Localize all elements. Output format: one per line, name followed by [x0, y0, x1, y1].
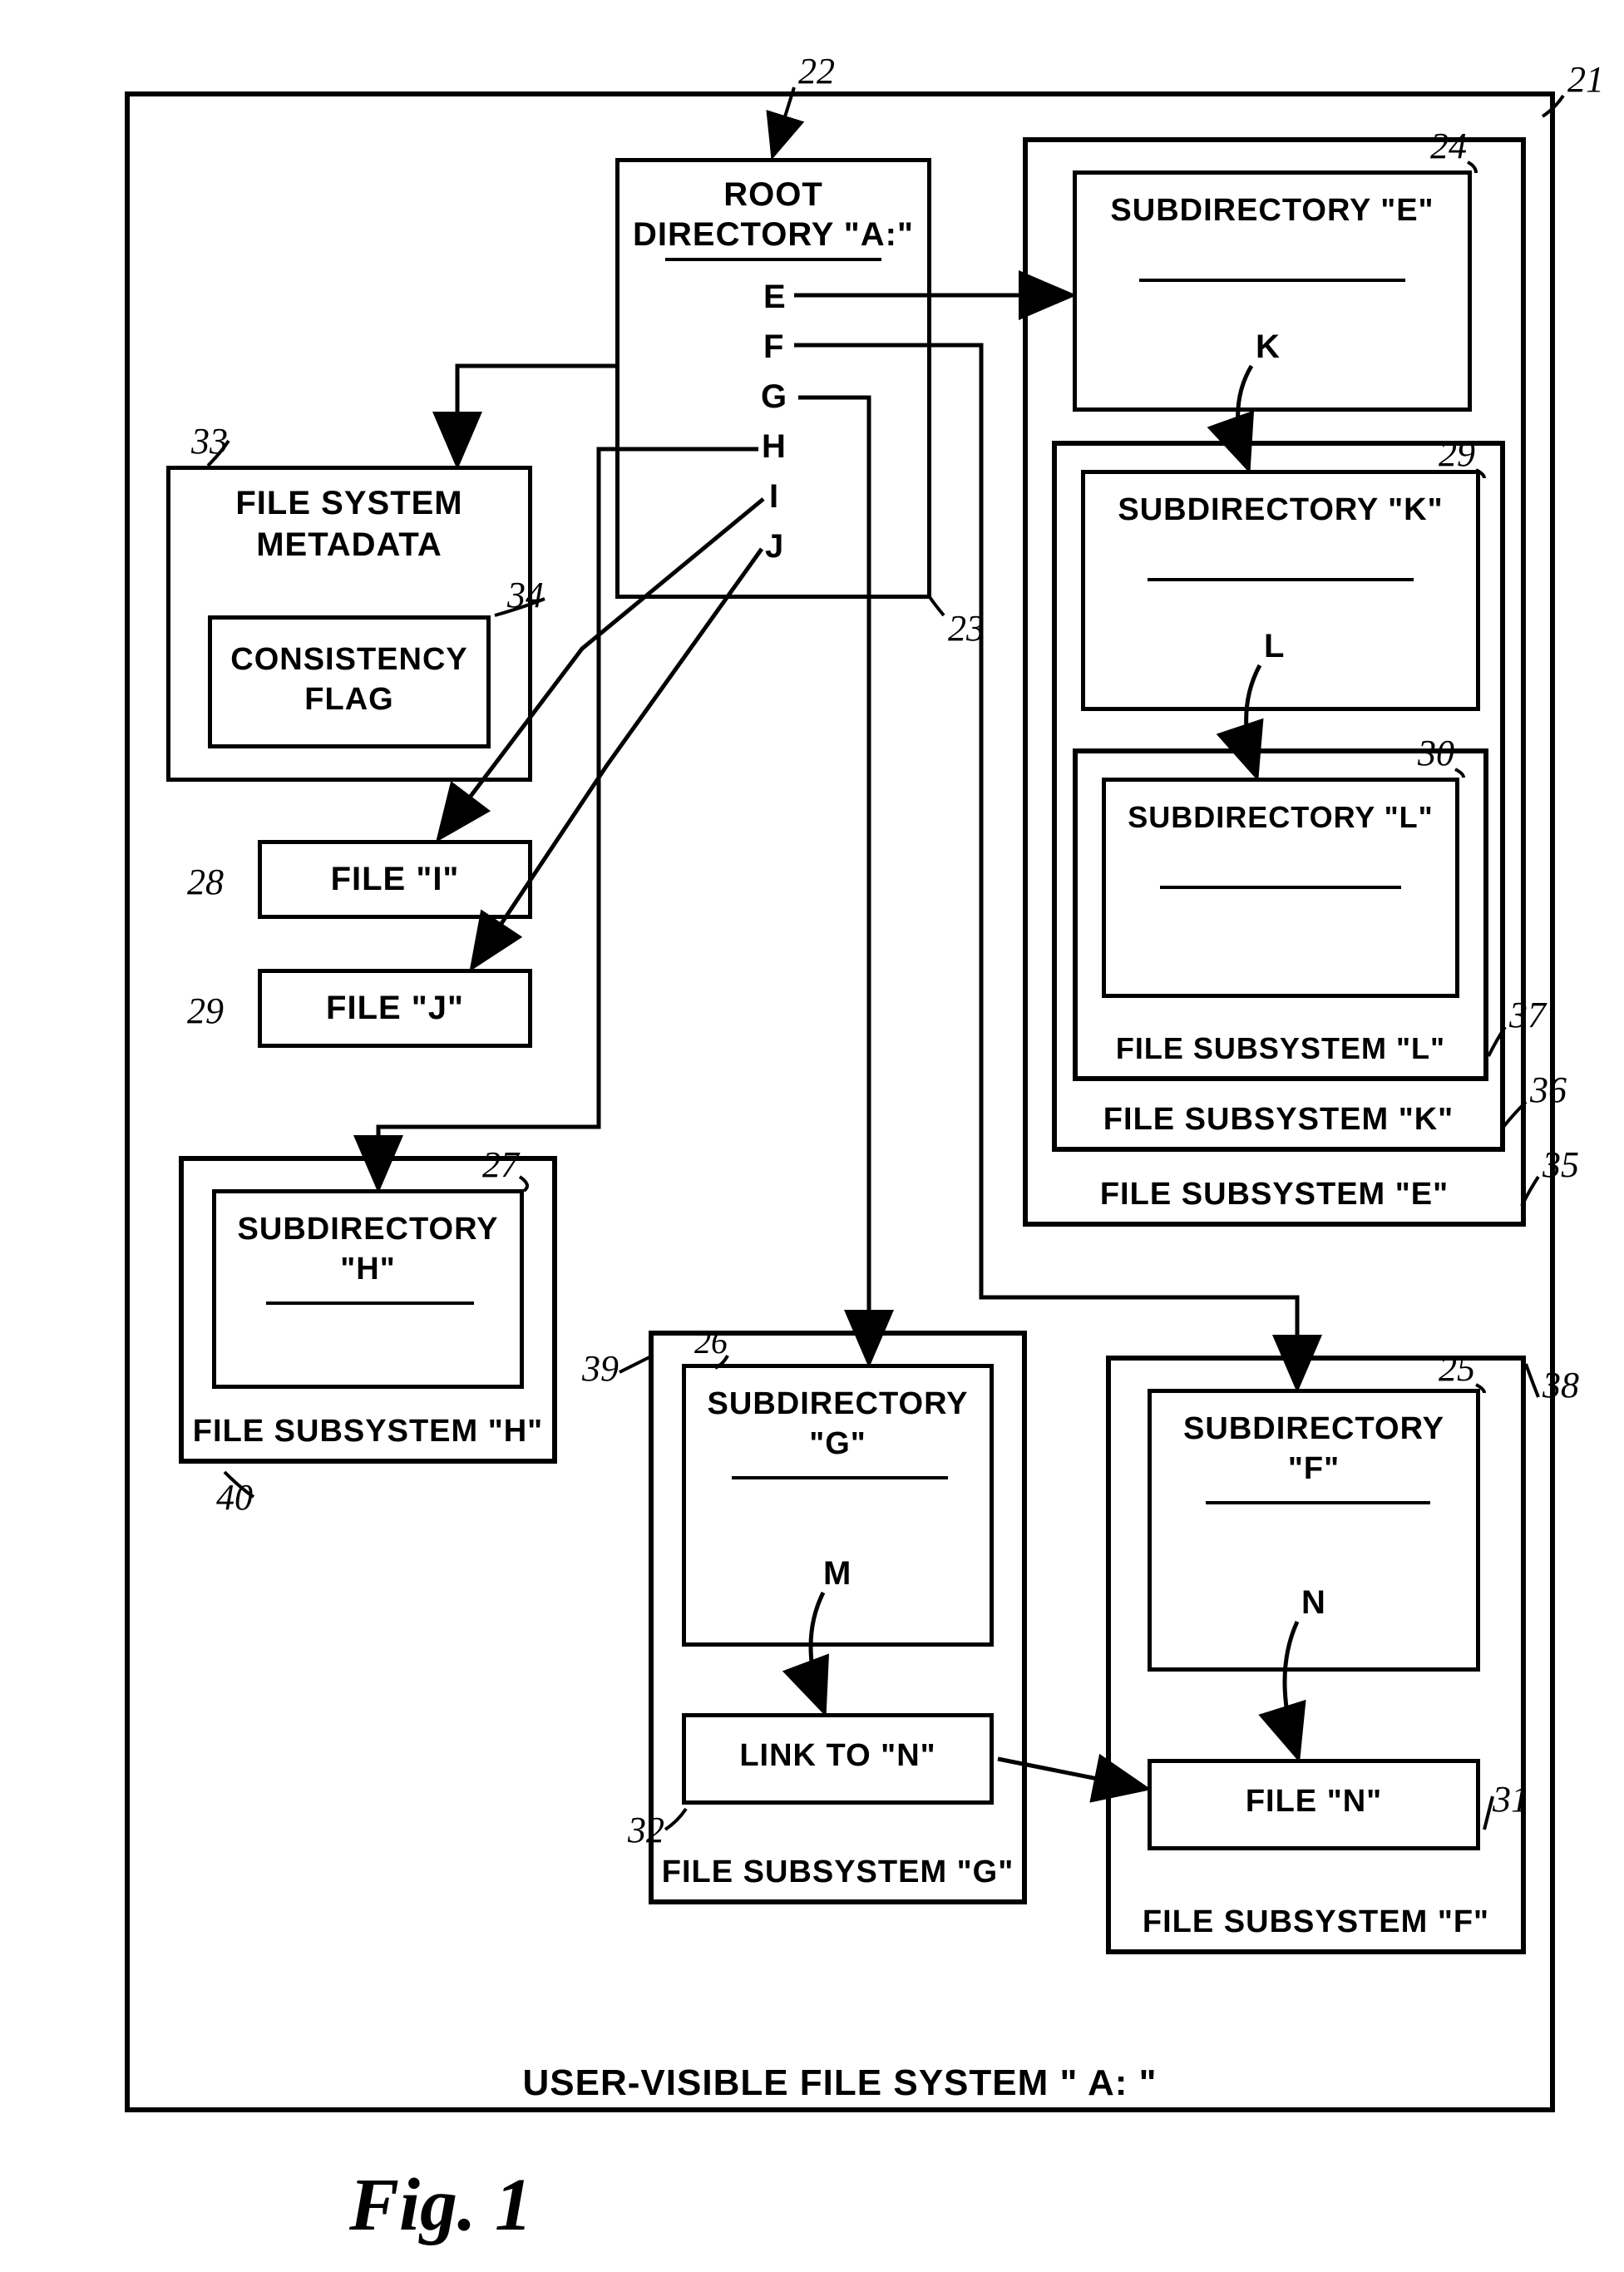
subdir-l-underline	[1160, 886, 1401, 889]
ref-39: 39	[582, 1347, 619, 1390]
subdir-k-entry: L	[1264, 628, 1285, 665]
root-directory-title-text: ROOT DIRECTORY "A:"	[633, 176, 914, 253]
ref-29-k: 29	[1439, 432, 1475, 475]
ref-23: 23	[948, 607, 985, 649]
ref-33: 33	[191, 420, 228, 462]
subdir-g-title: SUBDIRECTORY "G"	[690, 1385, 985, 1464]
root-entry-f: F	[763, 328, 784, 366]
ref-21: 21	[1567, 58, 1604, 101]
ref-40: 40	[216, 1476, 253, 1519]
ref-35: 35	[1543, 1143, 1579, 1186]
file-i-label: FILE "I"	[266, 861, 524, 898]
file-j-label: FILE "J"	[266, 990, 524, 1027]
root-entry-e: E	[763, 279, 787, 316]
subdir-g-entry: M	[823, 1555, 851, 1593]
link-n-label: LINK TO "N"	[690, 1738, 985, 1774]
ref-30: 30	[1418, 732, 1454, 774]
subdir-e-entry: K	[1256, 328, 1281, 366]
subsystem-f-label: FILE SUBSYSTEM "F"	[1114, 1904, 1518, 1940]
ref-34: 34	[507, 574, 544, 616]
ref-25: 25	[1439, 1347, 1475, 1390]
root-entry-j: J	[765, 528, 784, 566]
ref-32: 32	[628, 1809, 664, 1851]
diagram-canvas: USER-VISIBLE FILE SYSTEM " A: " 21 ROOT …	[0, 0, 1624, 2272]
subsystem-e-label: FILE SUBSYSTEM "E"	[1031, 1177, 1518, 1213]
subsystem-g-label: FILE SUBSYSTEM "G"	[657, 1855, 1019, 1890]
figure-label: Fig. 1	[349, 2162, 532, 2248]
ref-24: 24	[1430, 125, 1467, 167]
ref-27: 27	[482, 1143, 519, 1186]
root-entry-g: G	[761, 378, 787, 416]
user-visible-filesystem-label: USER-VISIBLE FILE SYSTEM " A: "	[141, 2062, 1538, 2104]
metadata-title: FILE SYSTEM METADATA	[183, 482, 516, 566]
ref-37: 37	[1509, 994, 1546, 1036]
root-title-underline	[665, 258, 881, 261]
subsystem-l-label: FILE SUBSYSTEM "L"	[1081, 1031, 1480, 1066]
ref-36: 36	[1530, 1069, 1567, 1111]
ref-38: 38	[1543, 1364, 1579, 1406]
subdir-f-entry: N	[1301, 1584, 1326, 1622]
subsystem-k-label: FILE SUBSYSTEM "K"	[1060, 1102, 1497, 1138]
consistency-flag-label: CONSISTENCY FLAG	[216, 640, 482, 719]
ref-26: 26	[694, 1322, 728, 1361]
subdir-f-title: SUBDIRECTORY "F"	[1156, 1410, 1472, 1489]
subdir-e-title: SUBDIRECTORY "E"	[1081, 191, 1464, 231]
ref-31: 31	[1493, 1778, 1529, 1820]
subdir-l-title: SUBDIRECTORY "L"	[1110, 798, 1451, 836]
root-entry-h: H	[762, 428, 787, 466]
ref-29-filej: 29	[187, 990, 224, 1032]
subdir-h-title: SUBDIRECTORY "H"	[220, 1210, 516, 1289]
subdir-f-underline	[1206, 1501, 1430, 1504]
root-entry-i: I	[769, 478, 779, 516]
ref-22: 22	[798, 50, 835, 92]
subdir-e-underline	[1139, 279, 1405, 282]
subsystem-h-label: FILE SUBSYSTEM "H"	[187, 1414, 549, 1450]
subdir-k-title: SUBDIRECTORY "K"	[1089, 491, 1472, 531]
root-directory-title: ROOT DIRECTORY "A:"	[632, 175, 915, 254]
subdir-g-underline	[732, 1476, 948, 1479]
file-n-label: FILE "N"	[1156, 1784, 1472, 1820]
subdir-h-underline	[266, 1301, 474, 1305]
subdir-k-underline	[1148, 578, 1414, 581]
ref-28: 28	[187, 861, 224, 903]
